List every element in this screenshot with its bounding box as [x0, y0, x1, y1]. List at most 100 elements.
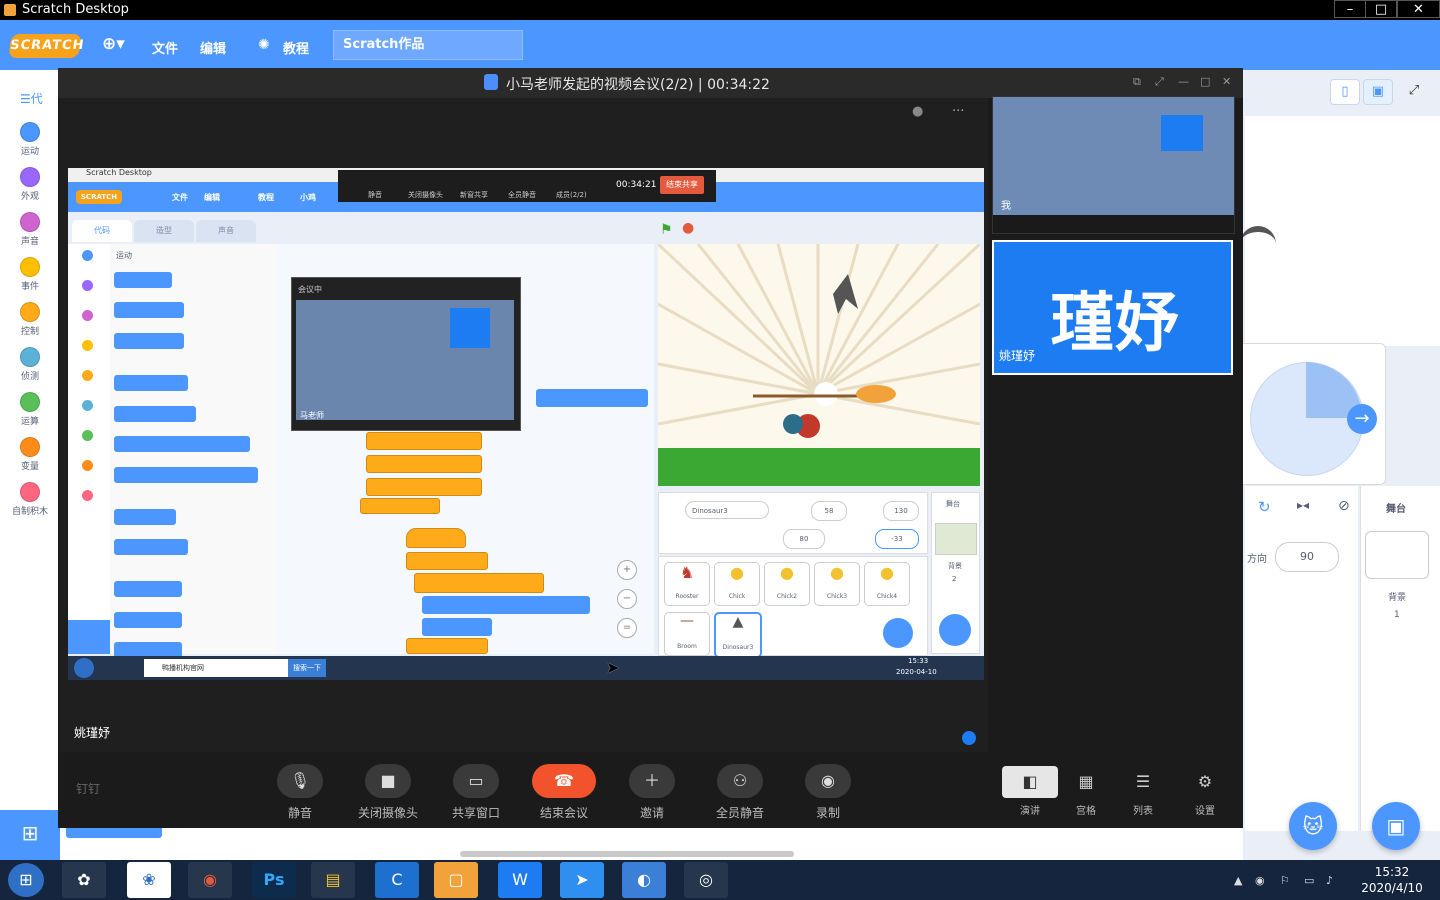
- tab-code-label: 代: [30, 92, 43, 106]
- add-extension-icon[interactable]: ⊞: [0, 810, 60, 860]
- meeting-close-icon[interactable]: ✕: [1222, 75, 1231, 88]
- category-motion[interactable]: 运动: [12, 122, 48, 157]
- grid-view-icon: ▦: [1078, 772, 1094, 791]
- chick-icon: ●: [880, 563, 894, 582]
- float-icon[interactable]: ⧉: [1133, 75, 1141, 89]
- share-window-button[interactable]: ▭ 共享窗口: [441, 764, 511, 821]
- explorer-icon[interactable]: ▤: [311, 862, 355, 898]
- shared-stop-icon: ●: [682, 220, 695, 236]
- camera-off-button[interactable]: ■ 关闭摄像头: [353, 764, 423, 821]
- taskbar-app-icon[interactable]: C: [375, 862, 419, 898]
- participant-thumbnail[interactable]: 瑾妤 姚瑾妤: [992, 240, 1233, 375]
- more-icon[interactable]: ···: [952, 104, 964, 119]
- choose-backdrop-icon[interactable]: ▣: [1372, 802, 1420, 850]
- taskbar-app-icon[interactable]: ❀: [127, 862, 171, 898]
- category-my-blocks[interactable]: 自制积木: [12, 482, 48, 517]
- fullscreen-icon[interactable]: ⤢: [1400, 79, 1428, 103]
- rotate-all-around-icon[interactable]: ↻: [1258, 498, 1271, 516]
- record-button[interactable]: ◉ 录制: [793, 764, 863, 821]
- shared-taskbar-time: 15:33: [908, 657, 929, 665]
- taskbar-app-icon[interactable]: ✿: [62, 862, 106, 898]
- meeting-minimize-icon[interactable]: —: [1178, 75, 1189, 88]
- participant-thumbnail-self[interactable]: 我: [992, 96, 1235, 234]
- shared-search-button: 搜索一下: [288, 659, 326, 677]
- tray-app-icon[interactable]: ◉: [1255, 874, 1265, 887]
- obs-icon[interactable]: ◎: [684, 862, 728, 898]
- minimize-button[interactable]: –: [1334, 0, 1366, 18]
- small-stage-button[interactable]: ▯: [1330, 79, 1360, 105]
- menu-edit[interactable]: 编辑: [200, 38, 226, 57]
- left-right-icon[interactable]: ▸◂: [1297, 498, 1309, 512]
- network-icon[interactable]: ▭: [1304, 874, 1314, 887]
- category-dot: [20, 257, 40, 277]
- menu-file[interactable]: 文件: [152, 38, 178, 57]
- end-share-button: 结束共享: [660, 176, 704, 194]
- mute-all-icon: ⚇: [717, 764, 763, 798]
- shared-zoom-in-icon: +: [617, 560, 637, 580]
- shared-zoom-reset-icon: =: [617, 618, 637, 638]
- shared-sprite-name: Dinosaur3: [685, 501, 769, 519]
- shared-script-block: [406, 638, 488, 654]
- mute-button[interactable]: 🎙 静音: [265, 764, 335, 821]
- settings-button[interactable]: ⚙ 设置: [1177, 766, 1233, 817]
- category-looks[interactable]: 外观: [12, 167, 48, 202]
- tab-code[interactable]: ☰代: [20, 90, 60, 110]
- category-sound[interactable]: 声音: [12, 212, 48, 247]
- mute-all-button[interactable]: ⚇ 全员静音: [705, 764, 775, 821]
- expand-icon[interactable]: ⤢: [1155, 75, 1164, 89]
- record-icon: ◉: [805, 764, 851, 798]
- workspace-scrollbar[interactable]: [460, 851, 794, 857]
- chrome-icon[interactable]: ◉: [188, 862, 232, 898]
- globe-icon[interactable]: ⊕▾: [102, 34, 125, 54]
- category-label: 外观: [20, 192, 39, 202]
- shared-script-block: [406, 528, 466, 548]
- speaker-name: 姚瑾妤: [74, 726, 111, 740]
- stage-thumbnail[interactable]: [1365, 531, 1429, 579]
- code-tab-icon: ☰: [20, 92, 31, 106]
- project-title-input[interactable]: Scratch作品: [333, 30, 523, 60]
- maximize-button[interactable]: □: [1365, 0, 1397, 18]
- category-events[interactable]: 事件: [12, 257, 48, 292]
- speaker-status-icon: [962, 731, 976, 745]
- invite-button[interactable]: ＋ 邀请: [617, 764, 687, 821]
- category-control[interactable]: 控制: [12, 302, 48, 337]
- dingtalk-taskbar-icon[interactable]: ➤: [560, 862, 604, 898]
- photoshop-icon[interactable]: Ps: [252, 862, 296, 898]
- share-timer: 00:34:21: [616, 180, 657, 190]
- category-variables[interactable]: 变量: [12, 437, 48, 472]
- dont-rotate-icon[interactable]: ⊘: [1338, 498, 1350, 514]
- meeting-taskbar-icon[interactable]: ◐: [622, 862, 666, 898]
- speaker-view-button[interactable]: ◧ 演讲: [1002, 766, 1058, 817]
- shared-block: [114, 436, 250, 452]
- scratch-taskbar-icon[interactable]: ▢: [434, 862, 478, 898]
- choose-sprite-icon[interactable]: 🐱: [1289, 802, 1337, 850]
- category-sensing[interactable]: 侦测: [12, 347, 48, 382]
- start-button[interactable]: ⊞: [8, 863, 44, 897]
- scratch-logo[interactable]: SCRATCH: [8, 34, 85, 58]
- grid-view-button[interactable]: ▦ 宫格: [1058, 766, 1114, 817]
- control-label: 邀请: [639, 806, 664, 820]
- menu-tutorials[interactable]: 教程: [283, 38, 309, 57]
- shared-block: [114, 375, 188, 391]
- close-button[interactable]: ✕: [1397, 0, 1440, 18]
- volume-icon[interactable]: ♪: [1326, 874, 1333, 887]
- shared-size-field: 80: [783, 529, 825, 549]
- taskbar-clock[interactable]: 15:32 2020/4/10: [1352, 864, 1432, 896]
- direction-handle-icon[interactable]: →: [1347, 404, 1377, 434]
- list-view-button[interactable]: ☰ 列表: [1115, 766, 1171, 817]
- direction-field[interactable]: 90: [1275, 542, 1339, 572]
- tray-flag-icon[interactable]: ⚐: [1280, 874, 1290, 887]
- stage-canvas[interactable]: [1245, 116, 1440, 346]
- meeting-maximize-icon[interactable]: □: [1200, 75, 1210, 88]
- settings-icon: ⚙: [1197, 772, 1213, 791]
- shared-tab-sounds: 声音: [196, 220, 256, 242]
- taskbar-app-icon[interactable]: W: [498, 862, 542, 898]
- view-label: 宫格: [1076, 806, 1096, 817]
- category-label: 声音: [20, 237, 39, 247]
- end-meeting-button[interactable]: ☎ 结束会议: [529, 764, 599, 821]
- normal-stage-button[interactable]: ▣: [1363, 79, 1393, 105]
- shared-script-block: [406, 552, 488, 570]
- microphone-icon: 🎙: [277, 764, 323, 798]
- category-operators[interactable]: 运算: [12, 392, 48, 427]
- tray-expand-icon[interactable]: ▲: [1234, 874, 1242, 887]
